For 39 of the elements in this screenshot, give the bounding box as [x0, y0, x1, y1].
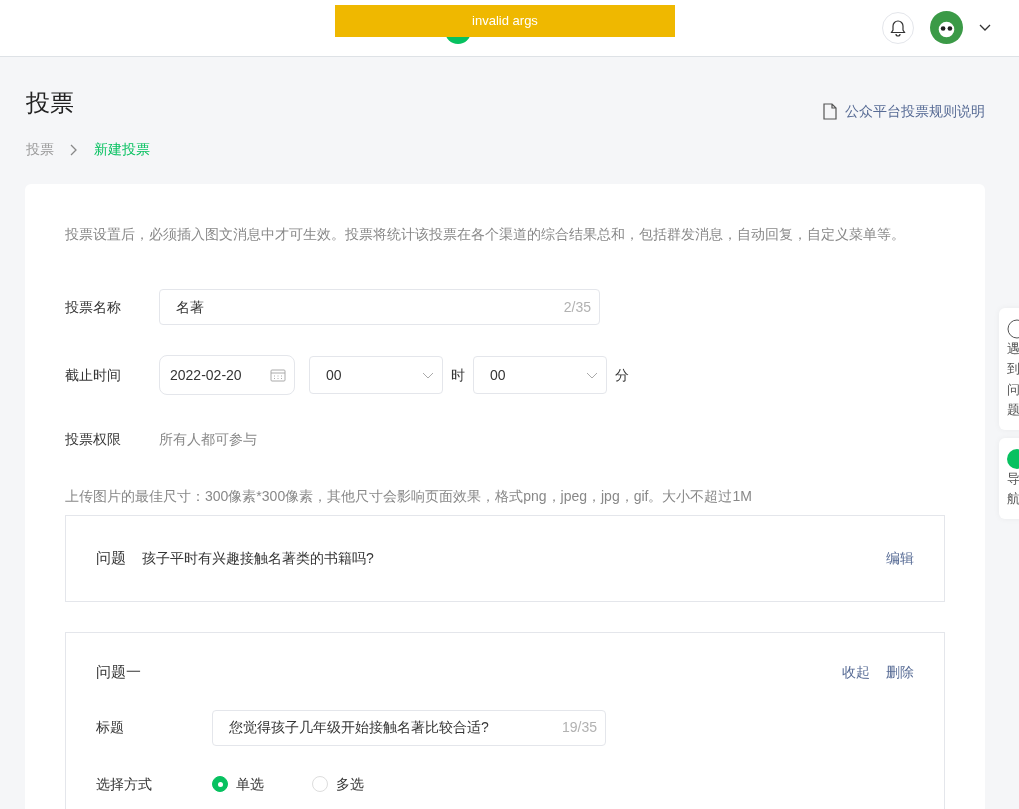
side-panel-button[interactable]: 导航: [999, 437, 1019, 520]
field-label: 截止时间: [65, 365, 122, 385]
field-label: 投票名称: [65, 297, 122, 317]
caret-icon[interactable]: [979, 23, 991, 32]
chevron-down-icon: [422, 371, 434, 379]
avatar-icon[interactable]: [930, 11, 963, 44]
date-field[interactable]: 2022-02-20: [159, 355, 295, 395]
edit-link[interactable]: 编辑: [886, 548, 914, 569]
char-counter: 19/35: [561, 718, 597, 737]
permission-value: 所有人都可参与: [159, 430, 257, 449]
upload-hint: 上传图片的最佳尺寸：300像素*300像素，其他尺寸会影响页面效果，格式png，jpeg，jpg，gif。大小不超过1M: [65, 487, 753, 506]
unit-label: 时: [451, 365, 465, 385]
logo-icon: [445, 37, 471, 45]
input-field[interactable]: 您觉得孩子几年级开始接触名著比较合适? 19/35: [212, 709, 606, 746]
char-counter: 2/35: [563, 297, 591, 317]
page-title: 投票: [26, 88, 75, 118]
question-label: 问题: [96, 548, 126, 569]
error-toast: invalid args: [335, 5, 675, 37]
action-link[interactable]: 删除: [886, 661, 914, 683]
field-label: 标题: [96, 718, 125, 737]
question-text: 孩子平时有兴趣接触名著类的书籍吗?: [142, 549, 374, 568]
chevron-right-icon: [70, 143, 78, 156]
chevron-down-icon: [586, 371, 598, 379]
action-link[interactable]: 收起: [842, 661, 870, 683]
side-panel-button[interactable]: 遇到问题: [999, 308, 1019, 430]
field-label: 选择方式: [96, 774, 153, 794]
question-heading: 问题一: [96, 662, 141, 682]
notice-text: 投票设置后，必须插入图文消息中才可生效。投票将统计该投票在各个渠道的综合结果总和，包括群发消息，自动回复，自定义菜单等。: [65, 225, 906, 244]
input-field[interactable]: 名著 2/35: [159, 289, 600, 325]
minute-select[interactable]: 00: [473, 356, 607, 394]
field-label: 投票权限: [65, 430, 122, 449]
rules-link[interactable]: 公众平台投票规则说明: [845, 101, 985, 122]
unit-label: 分: [615, 365, 629, 385]
document-icon: [823, 103, 837, 120]
radio-option[interactable]: 多选: [312, 773, 364, 795]
calendar-icon: [270, 368, 286, 382]
notification-bell-icon[interactable]: [882, 11, 914, 44]
radio-option[interactable]: 单选: [212, 773, 264, 795]
hour-select[interactable]: 00: [309, 356, 443, 394]
